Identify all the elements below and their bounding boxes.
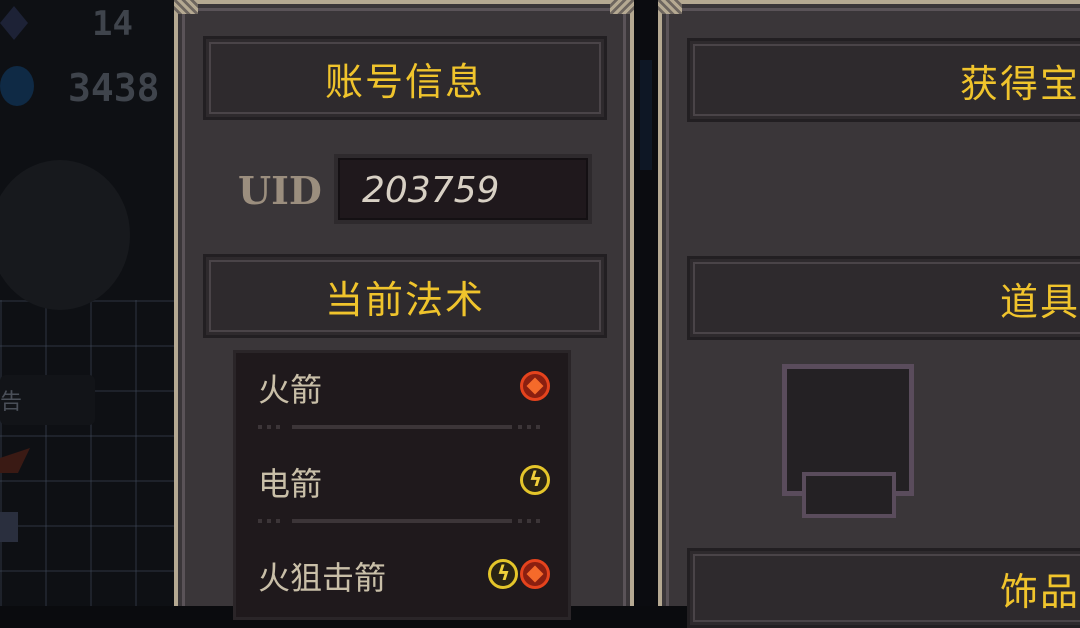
accessory-header: 饰品: [687, 548, 1080, 628]
spell-list[interactable]: 火箭 电箭 火狙击箭: [233, 350, 571, 620]
spell-item[interactable]: 火箭: [236, 353, 568, 433]
spell-name: 火狙击箭: [258, 559, 387, 597]
crystal-count: 14: [92, 4, 133, 44]
fire-element-icon: [520, 559, 550, 589]
game-background: 14 3438 告: [0, 0, 175, 606]
gem-icon: [0, 66, 34, 106]
item-slot-label-box: [802, 472, 896, 518]
gem-count: 3438: [68, 66, 160, 110]
spell-item[interactable]: 火狙击箭: [236, 541, 568, 621]
spell-element-icons: [520, 465, 550, 495]
spell-name: 电箭: [258, 465, 323, 503]
panel-corner-ornament: [174, 0, 198, 14]
spell-divider: [258, 425, 546, 429]
spell-name: 火箭: [258, 371, 323, 409]
uid-label: UID: [238, 168, 322, 213]
current-spells-header: 当前法术: [203, 254, 607, 338]
background-partial-text: 告: [0, 390, 23, 415]
spell-item[interactable]: 电箭: [236, 447, 568, 527]
treasure-panel: 获得宝 道具 饰品: [658, 0, 1080, 628]
lightning-element-icon: [520, 465, 550, 495]
lightning-element-icon: [488, 559, 518, 589]
account-info-header: 账号信息: [203, 36, 607, 120]
crystal-icon: [0, 6, 28, 40]
account-panel: 账号信息 UID 203759 当前法术 火箭 电箭 火狙击箭: [174, 0, 634, 620]
uid-field[interactable]: 203759: [334, 154, 592, 224]
uid-value: 203759: [362, 170, 500, 211]
treasure-header: 获得宝: [687, 38, 1080, 122]
background-shadow: [0, 160, 130, 310]
spell-element-icons: [488, 559, 550, 589]
background-shard: [0, 512, 18, 542]
panel-corner-ornament: [610, 0, 634, 14]
items-header: 道具: [687, 256, 1080, 340]
panel-gap-glow: [640, 60, 652, 170]
spell-element-icons: [520, 371, 550, 401]
fire-element-icon: [520, 371, 550, 401]
spell-divider: [258, 519, 546, 523]
panel-corner-ornament: [658, 0, 682, 14]
